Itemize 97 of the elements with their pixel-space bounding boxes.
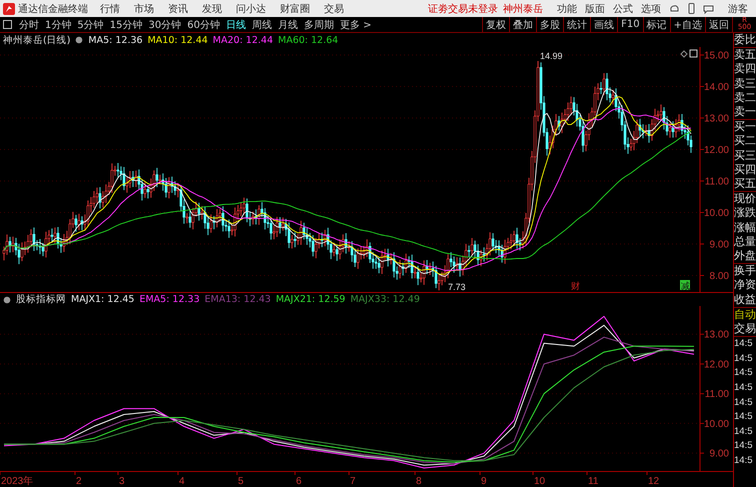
axis-label: 10 — [534, 476, 546, 487]
quote-label: 总量 — [734, 234, 756, 250]
quote-label: 换手 — [734, 263, 756, 278]
indicator-value: MAJX21: 12.59 — [276, 294, 346, 305]
period-tab[interactable]: 30分钟 — [145, 18, 184, 32]
menu-item[interactable]: 公式 — [613, 2, 633, 16]
period-tab[interactable]: 更多 > — [336, 18, 375, 32]
quote-label: 买四 — [734, 162, 756, 178]
quote-label: 买五 — [734, 177, 756, 192]
period-tab[interactable]: 5分钟 — [74, 18, 107, 32]
trade-time: 14:5 — [734, 454, 754, 468]
axis-label: 12.00 — [704, 359, 729, 370]
trade-time: 14:5 — [734, 396, 754, 410]
axis-label: 10.00 — [704, 208, 729, 219]
menu-item[interactable]: 市场 — [134, 2, 154, 16]
auto-button[interactable]: 自动 — [734, 306, 756, 322]
finance-marker: 财 — [571, 282, 580, 292]
quote-label: 涨幅 — [734, 220, 756, 235]
menu-item[interactable]: 问小达 — [236, 2, 266, 16]
axis-label: 9 — [481, 476, 487, 487]
quote-label: 涨跌 — [734, 206, 756, 221]
quote-label: 收益 — [734, 292, 756, 307]
trade-time: 14:5 — [734, 410, 754, 424]
indicator-value: MAJX1: 12.45 — [71, 294, 134, 305]
low-price-label: 7.73 — [448, 282, 466, 292]
stock-link[interactable]: 神州泰岳 — [503, 2, 543, 16]
period-tab[interactable]: 15分钟 — [106, 18, 146, 32]
indicator-value: MAJX33: 12.49 — [350, 294, 420, 305]
axis-label: 6 — [296, 476, 302, 487]
quote-label: 现价 — [734, 191, 756, 206]
indicator-value: MA20: 12.44 — [212, 34, 273, 46]
trade-time: 14:5 — [734, 336, 756, 352]
period-tab[interactable]: 60分钟 — [184, 18, 223, 32]
axis-label: 2023年 — [1, 476, 34, 487]
quote-label: 卖五 — [734, 47, 756, 62]
quote-label: 委比 — [734, 33, 756, 48]
axis-label: 11 — [588, 476, 598, 487]
axis-label: 8 — [416, 476, 422, 487]
user-label[interactable]: 游客 — [728, 2, 748, 16]
trade-label: 交易 — [734, 322, 756, 336]
period-tab[interactable]: 日线 — [222, 18, 249, 32]
menu-item[interactable]: 版面 — [585, 2, 605, 16]
axis-label: 3 — [119, 476, 125, 487]
quote-label: 卖一 — [734, 105, 756, 120]
axis-label: 7 — [350, 476, 356, 487]
indicator-value: MA10: 12.44 — [148, 34, 208, 46]
axis-label: 4 — [179, 476, 185, 487]
chart-title: 神州泰岳(日线) — [3, 34, 70, 46]
trade-time: 14:5 — [734, 381, 754, 396]
trade-time: 14:5 — [734, 439, 754, 454]
axis-label: 13.00 — [704, 330, 729, 341]
period-tab[interactable]: 月线 — [274, 18, 301, 32]
menu-item[interactable]: 财富圈 — [280, 2, 310, 16]
axis-label: 11.00 — [704, 176, 729, 188]
menu-item[interactable]: 交易 — [324, 2, 344, 16]
axis-label: 2 — [76, 476, 82, 487]
axis-label: 11.00 — [704, 389, 729, 400]
login-status[interactable]: 证劵交易未登录 — [428, 2, 498, 16]
app-title: 通达信金融终端 — [18, 2, 88, 16]
indicator-value: EMA13: 12.43 — [204, 294, 271, 305]
quote-label: 卖三 — [734, 76, 756, 91]
high-price-label: 14.99 — [540, 51, 563, 61]
period-tab[interactable]: 分时 — [16, 18, 42, 32]
menu-item[interactable]: 选项 — [641, 2, 661, 16]
quote-label: 买三 — [734, 148, 756, 163]
axis-label: 12 — [648, 476, 660, 487]
quote-label: 净资 — [734, 278, 756, 293]
menu-item[interactable]: 行情 — [100, 2, 120, 16]
quote-label: 卖二 — [734, 90, 756, 106]
axis-label: 14.00 — [704, 82, 729, 93]
toolbar-button[interactable]: +自选 — [670, 17, 705, 32]
indicator-value: MA5: 12.36 — [88, 34, 143, 46]
trade-time: 14:5 — [734, 424, 754, 439]
menu-item[interactable]: 发现 — [202, 2, 222, 16]
quote-label: 买二 — [734, 134, 756, 149]
trade-time: 14:5 — [734, 352, 754, 366]
indicator-value: EMA5: 12.33 — [139, 294, 200, 305]
quote-label: 外盘 — [734, 249, 756, 264]
axis-label: 10.00 — [704, 418, 729, 430]
period-tab[interactable]: 多周期 — [300, 18, 337, 32]
period-tab[interactable]: 周线 — [248, 18, 275, 32]
indicator-value: MA60: 12.64 — [278, 34, 338, 46]
axis-label: 8.00 — [710, 271, 729, 282]
quote-label: 卖四 — [734, 62, 756, 77]
axis-label: 9.00 — [710, 240, 729, 250]
axis-label: 15.00 — [704, 50, 729, 62]
menu-item[interactable]: 资讯 — [168, 2, 188, 16]
axis-label: 5 — [238, 476, 244, 487]
trade-time: 14:5 — [734, 366, 754, 380]
axis-label: 13.00 — [704, 114, 729, 124]
axis-label: 9.00 — [710, 448, 729, 460]
menu-item[interactable]: 功能 — [557, 2, 577, 16]
quote-label: 买一 — [734, 119, 756, 134]
reduce-marker: 减 — [680, 280, 690, 292]
indicator-title: 股标指标网 — [16, 293, 66, 306]
period-tab[interactable]: 1分钟 — [42, 18, 74, 32]
axis-label: 12.00 — [704, 145, 729, 156]
